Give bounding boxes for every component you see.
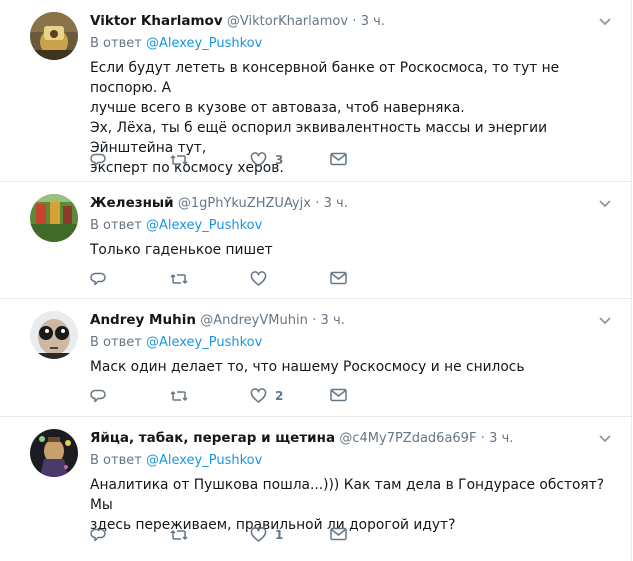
retweet-icon (170, 155, 188, 165)
like-button[interactable]: 2 (250, 388, 283, 404)
tweet-timestamp[interactable]: 3 ч. (324, 196, 348, 211)
author-fullname[interactable]: Viktor Kharlamov (90, 13, 223, 29)
chevron-down-icon[interactable] (599, 17, 611, 27)
retweet-button[interactable] (170, 388, 196, 404)
tweet[interactable]: Яйца, табак, перегар и щетина @c4My7PZda… (0, 417, 632, 561)
reply-to-link[interactable]: @Alexey_Pushkov (146, 453, 262, 468)
reply-button[interactable] (90, 388, 106, 404)
reply-button[interactable] (90, 271, 106, 287)
chevron-down-icon[interactable] (599, 434, 611, 444)
separator-dot: · (315, 196, 320, 211)
reply-to-link[interactable]: @Alexey_Pushkov (146, 335, 262, 350)
chevron-down-icon[interactable] (599, 199, 611, 209)
reply-icon (90, 389, 106, 403)
avatar[interactable] (30, 12, 78, 60)
tweet[interactable]: Железный @1gPhYkuZHZUAyjx · 3 ч. В ответ… (0, 182, 632, 299)
reply-context: В ответ @Alexey_Pushkov (90, 451, 611, 471)
heart-icon (250, 271, 267, 286)
tweet-timestamp[interactable]: 3 ч. (321, 313, 345, 328)
direct-message-button[interactable] (330, 271, 347, 285)
author-username[interactable]: @c4My7PZdad6a69F (339, 431, 476, 446)
envelope-icon (330, 527, 347, 541)
chevron-down-icon[interactable] (599, 316, 611, 326)
tweet-text-line: здесь переживаем, правильной ли дорогой … (90, 517, 456, 533)
reply-prefix: В ответ (90, 335, 142, 350)
avatar[interactable] (30, 429, 78, 477)
reply-button[interactable] (90, 152, 106, 168)
reply-icon (90, 272, 106, 286)
like-button[interactable]: 3 (250, 152, 283, 168)
separator-dot: · (480, 431, 485, 446)
tweet-text: Если будут лететь в консервной банке от … (90, 58, 611, 178)
author-username[interactable]: @ViktorKharlamov (227, 14, 348, 29)
reply-context: В ответ @Alexey_Pushkov (90, 34, 611, 54)
reply-icon (90, 528, 106, 542)
retweet-icon (170, 391, 188, 401)
author-fullname[interactable]: Яйца, табак, перегар и щетина (90, 430, 335, 446)
tweet-timestamp[interactable]: 3 ч. (489, 431, 513, 446)
avatar[interactable] (30, 194, 78, 242)
tweet-text-line: лучше всего в кузове от автоваза, чтоб н… (90, 100, 465, 116)
envelope-icon (330, 388, 347, 402)
reply-button[interactable] (90, 527, 106, 543)
reply-prefix: В ответ (90, 218, 142, 233)
envelope-icon (330, 152, 347, 166)
tweet[interactable]: Andrey Muhin @AndreyVMuhin · 3 ч. В отве… (0, 299, 632, 417)
retweet-button[interactable] (170, 152, 196, 168)
reply-prefix: В ответ (90, 453, 142, 468)
tweet-text: Только гаденькое пишет (90, 240, 611, 260)
reply-to-link[interactable]: @Alexey_Pushkov (146, 218, 262, 233)
heart-icon (250, 527, 267, 542)
like-button[interactable] (250, 271, 275, 287)
envelope-icon (330, 271, 347, 285)
heart-icon (250, 388, 267, 403)
tweet-text-line: Маск один делает то, что нашему Роскосмо… (90, 359, 525, 375)
retweet-button[interactable] (170, 527, 196, 543)
reply-context: В ответ @Alexey_Pushkov (90, 216, 611, 236)
tweet-text: Аналитика от Пушкова пошла...))) Как там… (90, 475, 611, 535)
tweet-text-line: Если будут лететь в консервной банке от … (90, 60, 560, 96)
author-username[interactable]: @AndreyVMuhin (200, 313, 308, 328)
reply-to-link[interactable]: @Alexey_Pushkov (146, 36, 262, 51)
tweet-text-line: Только гаденькое пишет (90, 242, 273, 258)
separator-dot: · (312, 313, 317, 328)
like-count: 3 (275, 153, 284, 167)
tweet-timestamp[interactable]: 3 ч. (361, 14, 385, 29)
reply-context: В ответ @Alexey_Pushkov (90, 333, 611, 353)
heart-icon (250, 152, 267, 167)
reply-icon (90, 153, 106, 167)
like-count: 1 (275, 528, 284, 542)
retweet-button[interactable] (170, 271, 196, 287)
like-button[interactable]: 1 (250, 527, 283, 543)
avatar[interactable] (30, 311, 78, 359)
direct-message-button[interactable] (330, 388, 347, 402)
reply-prefix: В ответ (90, 36, 142, 51)
tweet-text: Маск один делает то, что нашему Роскосмо… (90, 357, 611, 377)
direct-message-button[interactable] (330, 527, 347, 541)
author-username[interactable]: @1gPhYkuZHZUAyjx (178, 196, 311, 211)
tweet-text-line: Эх, Лёха, ты б ещё оспорил эквивалентнос… (90, 120, 548, 156)
author-fullname[interactable]: Andrey Muhin (90, 312, 196, 328)
retweet-icon (170, 274, 188, 284)
separator-dot: · (352, 14, 357, 29)
tweet-text-line: Аналитика от Пушкова пошла...))) Как там… (90, 477, 605, 513)
tweet[interactable]: Viktor Kharlamov @ViktorKharlamov · 3 ч.… (0, 0, 632, 182)
tweet-text-line: эксперт по космосу херов. (90, 160, 284, 176)
author-fullname[interactable]: Железный (90, 195, 174, 211)
retweet-icon (170, 530, 188, 540)
like-count: 2 (275, 389, 284, 403)
replies-timeline: Viktor Kharlamov @ViktorKharlamov · 3 ч.… (0, 0, 633, 561)
direct-message-button[interactable] (330, 152, 347, 166)
